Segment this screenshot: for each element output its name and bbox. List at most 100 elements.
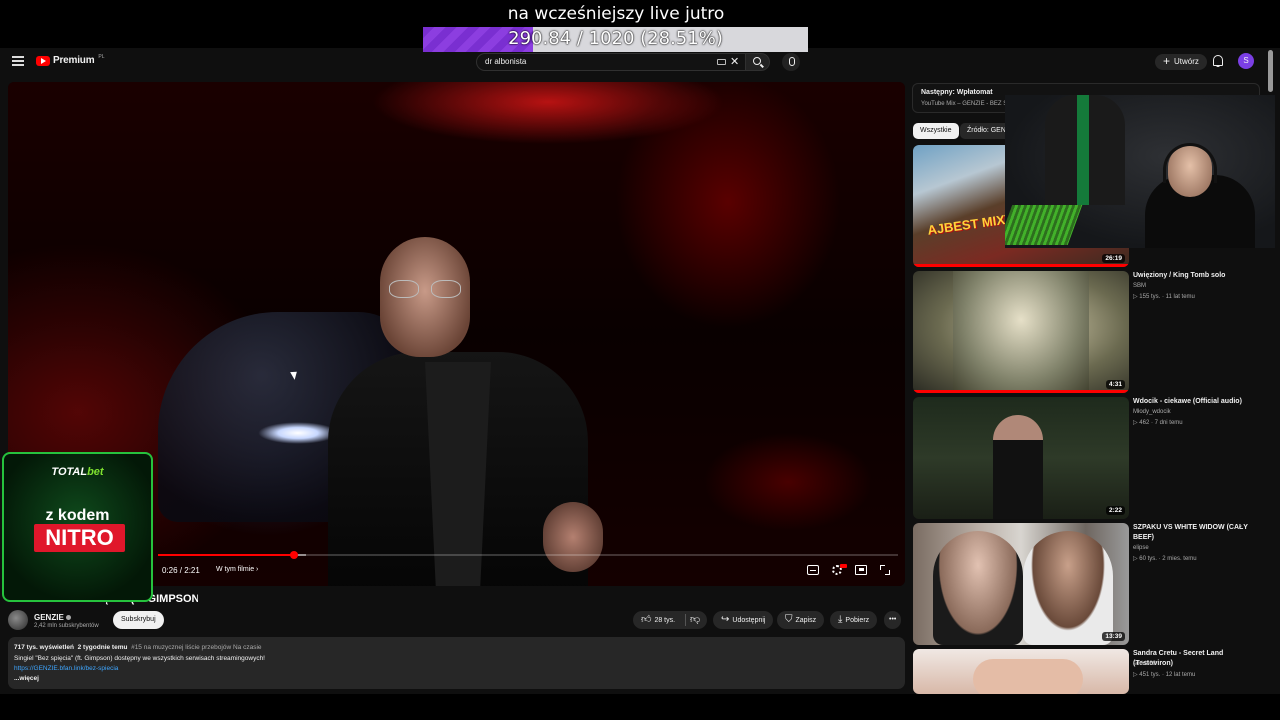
thumbnail-artwork bbox=[953, 271, 1089, 393]
recommendation-title[interactable]: Uwięziony / King Tomb solo bbox=[1133, 271, 1263, 281]
download-icon: ⤓ bbox=[838, 614, 843, 625]
sponsor-code: NITRO bbox=[34, 524, 125, 552]
description-box[interactable]: 717 tys. wyświetleń 2 tygodnie temu #15 … bbox=[8, 637, 905, 689]
recommendation-meta: ▷ 451 tys. · 12 lat temu bbox=[1133, 672, 1196, 678]
recommendation-meta: ▷ 60 tys. · 2 mies. temu bbox=[1133, 556, 1197, 562]
recommendation-thumbnail[interactable]: 13:39 bbox=[913, 523, 1129, 645]
keyboard-icon[interactable] bbox=[717, 59, 726, 65]
webcam-keyboard bbox=[1005, 205, 1083, 245]
thumbnail-person bbox=[1023, 531, 1113, 645]
duration-badge: 13:39 bbox=[1102, 632, 1125, 641]
sponsor-text: z kodem bbox=[45, 507, 110, 524]
masthead: Premium PL dr albonista ✕ + Utwórz S bbox=[0, 48, 1266, 76]
like-divider bbox=[685, 614, 686, 626]
logo-text: Premium bbox=[53, 55, 95, 66]
chip-all[interactable]: Wszystkie bbox=[913, 123, 959, 139]
verified-icon bbox=[65, 615, 71, 620]
webcam-chair bbox=[1045, 95, 1125, 205]
youtube-play-icon bbox=[36, 55, 50, 66]
download-label: Pobierz bbox=[845, 617, 870, 624]
recommendation-thumbnail[interactable]: 4:31 bbox=[913, 271, 1129, 393]
subscribe-button[interactable]: Subskrybuj bbox=[113, 611, 164, 629]
sponsor-overlay: TOTALbet z kodem NITRO bbox=[2, 452, 153, 602]
description-text: Singiel "Bez spięcia" (ft. Gimpson) dost… bbox=[14, 655, 265, 662]
more-actions-button[interactable]: ••• bbox=[884, 611, 902, 629]
chapter-button[interactable]: W tym filmie › bbox=[216, 566, 258, 573]
search-icon bbox=[753, 57, 761, 65]
download-button[interactable]: ⤓ Pobierz bbox=[830, 611, 878, 629]
progress-played bbox=[158, 554, 295, 556]
search-box[interactable]: dr albonista ✕ bbox=[476, 53, 746, 71]
recommendation-thumbnail[interactable]: 2:22 bbox=[913, 397, 1129, 519]
video-person-hand bbox=[543, 502, 603, 572]
video-progress-bar[interactable] bbox=[158, 551, 898, 559]
time-display: 0:26 / 2:21 bbox=[162, 566, 200, 575]
hd-badge bbox=[840, 564, 847, 568]
dislike-button[interactable]: 👎︎ bbox=[690, 611, 703, 630]
watched-progress bbox=[913, 264, 1129, 267]
next-up-label: Następny: Wpłatomat bbox=[921, 89, 993, 96]
recommendation-title[interactable]: SZPAKU VS WHITE WIDOW (CAŁY BEEF) bbox=[1133, 523, 1263, 543]
scrollbar-thumb[interactable] bbox=[1268, 50, 1273, 92]
recommendation-thumbnail[interactable] bbox=[913, 649, 1129, 694]
sponsor-brand-b: bet bbox=[87, 466, 104, 478]
chart-rank: #15 na muzycznej liście przebojów Na cza… bbox=[131, 644, 262, 651]
show-more-button[interactable]: ...więcej bbox=[14, 675, 39, 682]
subtitles-icon[interactable] bbox=[807, 565, 819, 575]
like-button[interactable]: 👍︎ 28 tys. bbox=[641, 611, 675, 630]
recommendation-channel[interactable]: SBM bbox=[1133, 283, 1146, 289]
fullscreen-icon[interactable] bbox=[880, 565, 890, 575]
voice-search-icon[interactable] bbox=[782, 53, 800, 71]
search-input[interactable]: dr albonista bbox=[485, 57, 526, 66]
create-button[interactable]: + Utwórz bbox=[1155, 54, 1207, 70]
stream-overlay-title: na wcześniejszy live jutro bbox=[507, 4, 725, 24]
thumbs-up-icon: 👍︎ bbox=[641, 614, 652, 625]
thumbnail-person bbox=[993, 415, 1043, 519]
share-label: Udostępnij bbox=[732, 617, 766, 624]
logo-region: PL bbox=[98, 53, 105, 60]
share-icon: ↪ bbox=[721, 614, 730, 625]
recommendation-channel[interactable]: sddd888 bbox=[1133, 661, 1156, 667]
account-avatar[interactable]: S bbox=[1238, 53, 1254, 69]
channel-name[interactable]: GENZIE bbox=[34, 613, 71, 622]
donation-goal-bar: 290.84 / 1020 (28.51%) bbox=[423, 27, 808, 52]
menu-icon[interactable] bbox=[12, 56, 24, 66]
theater-mode-icon[interactable] bbox=[855, 565, 867, 575]
more-icon: ••• bbox=[889, 616, 897, 623]
youtube-premium-logo[interactable]: Premium PL bbox=[36, 53, 105, 66]
sponsor-logo: TOTALbet bbox=[4, 466, 151, 478]
save-label: Zapisz bbox=[795, 617, 817, 624]
thumbnail-artwork bbox=[973, 659, 1083, 694]
share-button[interactable]: ↪ Udostępnij bbox=[713, 611, 774, 629]
duration-badge: 26:19 bbox=[1102, 254, 1125, 263]
recommendation-meta: ▷ 155 tys. · 11 lat temu bbox=[1133, 294, 1195, 300]
description-meta: 717 tys. wyświetleń 2 tygodnie temu #15 … bbox=[14, 644, 262, 651]
recommendation-channel[interactable]: Młody_wdocik bbox=[1133, 409, 1171, 415]
recommendation-title[interactable]: Wdocik - ciekawe (Official audio) bbox=[1133, 397, 1263, 407]
search-button[interactable] bbox=[746, 53, 770, 71]
recommendation-channel[interactable]: elipse bbox=[1133, 545, 1149, 551]
webcam-headset bbox=[1163, 143, 1217, 183]
streamer-webcam bbox=[1005, 95, 1275, 248]
watched-progress bbox=[913, 390, 1129, 393]
view-count: 717 tys. wyświetleń bbox=[14, 644, 74, 651]
video-person-glasses bbox=[385, 280, 467, 298]
channel-name-text: GENZIE bbox=[34, 613, 64, 622]
clear-search-icon[interactable]: ✕ bbox=[730, 55, 739, 68]
channel-avatar[interactable] bbox=[8, 610, 28, 630]
thumbs-down-icon: 👎︎ bbox=[690, 614, 701, 625]
like-count: 28 tys. bbox=[654, 617, 676, 624]
create-label: Utwórz bbox=[1174, 57, 1199, 66]
duration-badge: 2:22 bbox=[1105, 506, 1125, 515]
upload-age: 2 tygodnie temu bbox=[77, 644, 128, 651]
settings-gear-icon[interactable] bbox=[832, 564, 847, 575]
description-link[interactable]: https://GENZIE.bfan.link/bez-spiecia bbox=[14, 665, 118, 672]
sponsor-brand-a: TOTAL bbox=[51, 466, 88, 478]
video-headlight bbox=[258, 422, 338, 444]
like-dislike-group: 👍︎ 28 tys. 👎︎ bbox=[633, 611, 707, 629]
bookmark-icon: ⛉ bbox=[785, 614, 793, 625]
chapter-label: W tym filmie bbox=[216, 566, 255, 573]
recommendation-meta: ▷ 462 · 7 dni temu bbox=[1133, 420, 1183, 426]
notifications-bell-icon[interactable] bbox=[1212, 55, 1223, 67]
save-button[interactable]: ⛉ Zapisz bbox=[777, 611, 825, 629]
